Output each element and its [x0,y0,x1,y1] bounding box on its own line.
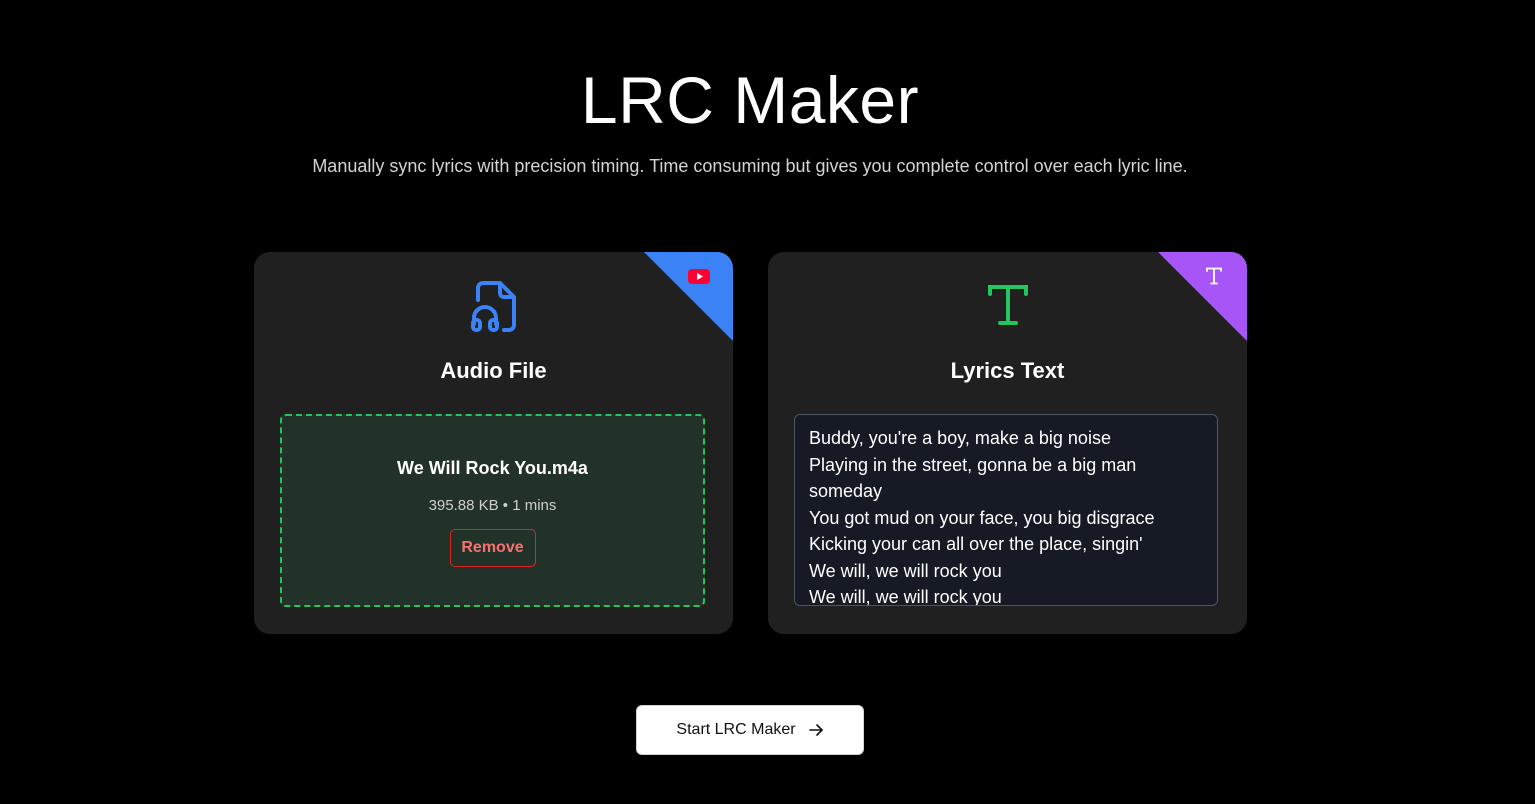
lyric-line: We will, we will rock you [809,560,1002,581]
lyric-line: Playing in the street, gonna be a big ma… [809,454,1137,475]
text-icon[interactable] [1204,266,1224,291]
file-audio-icon [470,280,518,337]
file-name: We Will Rock You.m4a [397,458,588,478]
youtube-icon[interactable] [687,268,711,290]
lyric-line: We will, we will rock you [809,587,1002,606]
lyric-line: Buddy, you're a boy, make a big noise [809,428,1111,448]
arrow-right-icon [808,722,824,738]
page-subtitle: Manually sync lyrics with precision timi… [312,156,1188,176]
page-title: LRC Maker [580,63,920,137]
lyrics-card-title: Lyrics Text [950,358,1065,383]
lyric-line: Kicking your can all over the place, sin… [809,534,1143,554]
start-button-label: Start LRC Maker [676,721,796,738]
audio-dropzone[interactable]: We Will Rock You.m4a 395.88 KB • 1 mins … [280,414,705,607]
audio-card-title: Audio File [440,358,547,383]
start-lrc-maker-button[interactable]: Start LRC Maker [636,705,864,755]
file-meta: 395.88 KB • 1 mins [428,497,557,514]
lyric-line: someday [809,481,883,501]
lyric-line: You got mud on your face, you big disgra… [809,507,1155,528]
lyrics-textarea[interactable]: Buddy, you're a boy, make a big noise Pl… [794,414,1218,606]
audio-corner-ribbon [644,252,733,341]
page: LRC Maker Manually sync lyrics with prec… [0,0,1535,804]
lyrics-corner-ribbon [1158,252,1247,341]
remove-button[interactable]: Remove [449,529,536,567]
audio-file-card: Audio File We Will Rock You.m4a 395.88 K… [254,252,733,634]
lyrics-text-card: Lyrics Text Buddy, you're a boy, make a … [768,252,1247,634]
text-icon [987,284,1029,331]
